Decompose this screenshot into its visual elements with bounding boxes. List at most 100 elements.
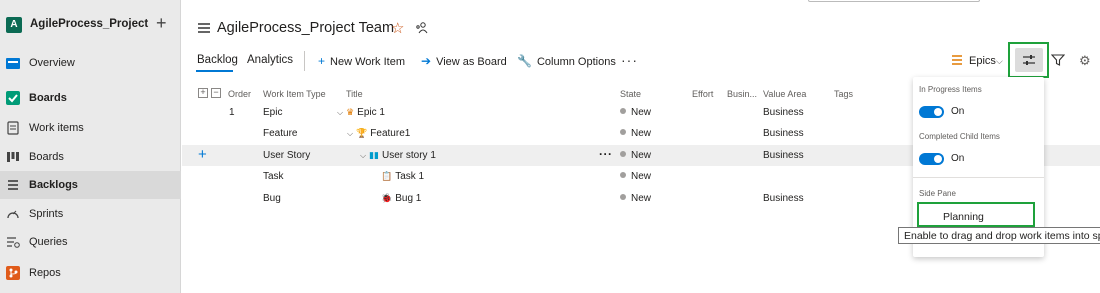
nav-item-boards-sub[interactable]: Boards (0, 143, 181, 171)
type-cell: Feature (263, 128, 298, 139)
title-text[interactable]: Task 1 (395, 171, 424, 182)
completed-child-value: On (951, 153, 965, 164)
in-progress-toggle[interactable] (919, 106, 944, 118)
expand-all-icon[interactable]: + (198, 88, 208, 98)
team-members-icon[interactable] (415, 21, 428, 34)
new-work-item-label: New Work Item (330, 56, 405, 68)
chevron-down-icon[interactable]: ⌵ (360, 151, 366, 160)
project-name[interactable]: AgileProcess_Project (30, 18, 148, 30)
type-cell: Epic (263, 107, 283, 118)
wrench-icon: 🔧 (517, 54, 532, 68)
state-cell: New (620, 128, 651, 139)
state-dot-icon (620, 129, 626, 135)
title-cell[interactable]: 📋 Task 1 (381, 171, 424, 182)
nav-item-overview[interactable]: Overview (0, 49, 181, 77)
column-header-business-value[interactable]: Busin... (727, 89, 757, 99)
order-cell: 1 (229, 107, 235, 118)
chevron-down-icon[interactable]: ⌵ (996, 56, 1003, 67)
backlog-level-icon[interactable] (951, 54, 963, 66)
plus-icon: + (318, 54, 326, 68)
column-header-title[interactable]: Title (346, 89, 363, 99)
toolbar-divider (304, 51, 305, 71)
tab-backlog[interactable]: Backlog (197, 54, 238, 66)
row-context-menu-icon[interactable]: ··· (599, 147, 613, 161)
collapse-all-icon[interactable]: − (211, 88, 221, 98)
nav-item-boards[interactable]: Boards (0, 84, 181, 112)
board-icon (7, 152, 19, 162)
title-text[interactable]: Feature1 (370, 128, 410, 139)
value-area-cell: Business (763, 150, 804, 161)
new-work-item-button[interactable]: + New Work Item (318, 54, 405, 68)
active-tab-indicator (196, 70, 233, 72)
column-header-state[interactable]: State (620, 89, 641, 99)
backlog-level-selector[interactable]: Epics (969, 55, 996, 67)
nav-label: Overview (29, 57, 75, 69)
add-icon[interactable]: + (156, 14, 167, 32)
title-text[interactable]: Bug 1 (395, 193, 421, 204)
nav-item-backlogs[interactable]: Backlogs (0, 171, 181, 199)
value-area-cell: Business (763, 128, 804, 139)
more-actions-icon[interactable]: ··· (621, 52, 638, 68)
project-header[interactable]: A AgileProcess_Project + (0, 10, 181, 40)
sprint-icon (7, 210, 19, 219)
in-progress-value: On (951, 106, 965, 117)
backlog-icon (198, 23, 210, 33)
nav-label: Repos (29, 267, 61, 279)
column-options-label: Column Options (536, 56, 616, 68)
state-dot-icon (620, 172, 626, 178)
title-cell[interactable]: ⌵ 🏆 Feature1 (347, 128, 410, 139)
view-as-board-button[interactable]: ➔ View as Board (421, 54, 507, 68)
title-cell[interactable]: 🐞 Bug 1 (381, 193, 421, 204)
tab-analytics[interactable]: Analytics (247, 54, 293, 66)
title-cell[interactable]: ⌵ ♛ Epic 1 (337, 107, 385, 118)
column-options-button[interactable]: 🔧 Column Options (517, 54, 616, 68)
filter-icon[interactable] (1051, 53, 1065, 67)
value-area-cell: Business (763, 107, 804, 118)
favorite-star-icon[interactable]: ☆ (391, 19, 404, 37)
boards-hub-icon (6, 91, 20, 105)
nav-item-sprints[interactable]: Sprints (0, 200, 181, 228)
nav-item-repos[interactable]: Repos (0, 259, 181, 287)
completed-child-label: Completed Child Items (919, 132, 1000, 141)
chevron-down-icon[interactable]: ⌵ (337, 108, 343, 117)
chevron-down-icon[interactable]: ⌵ (347, 129, 353, 138)
planning-tooltip: Enable to drag and drop work items into … (898, 227, 1100, 244)
task-clipboard-icon: 📋 (381, 171, 393, 181)
column-header-tags[interactable]: Tags (834, 89, 853, 99)
state-dot-icon (620, 151, 626, 157)
nav-label: Sprints (29, 208, 64, 220)
team-title[interactable]: AgileProcess_Project Team (217, 20, 394, 36)
top-search-box[interactable] (808, 0, 980, 2)
state-cell: New (620, 193, 651, 204)
repos-icon (6, 266, 20, 280)
add-child-icon[interactable]: + (198, 146, 207, 163)
state-cell: New (620, 150, 651, 161)
nav-label: Boards (29, 151, 64, 163)
title-text[interactable]: User story 1 (382, 150, 436, 161)
feature-trophy-icon: 🏆 (356, 128, 368, 138)
column-header-order[interactable]: Order (228, 89, 251, 99)
title-cell[interactable]: ⌵ ▮▮ User story 1 (360, 150, 436, 161)
completed-child-toggle[interactable] (919, 153, 944, 165)
gear-icon[interactable]: ⚙ (1079, 53, 1091, 69)
nav-item-work-items[interactable]: Work items (0, 114, 181, 142)
nav-item-queries[interactable]: Queries (0, 228, 181, 256)
title-text[interactable]: Epic 1 (357, 107, 385, 118)
highlight-box-planning (917, 202, 1035, 227)
type-cell: Task (263, 171, 284, 182)
nav-label: Work items (29, 122, 84, 134)
query-icon (7, 237, 20, 248)
nav-label: Queries (29, 236, 68, 248)
state-dot-icon (620, 108, 626, 114)
column-header-type[interactable]: Work Item Type (263, 89, 326, 99)
work-items-icon (7, 121, 19, 135)
backlog-icon (8, 180, 18, 190)
state-text: New (631, 107, 652, 118)
epic-crown-icon: ♛ (346, 107, 355, 117)
user-story-book-icon: ▮▮ (369, 150, 379, 160)
chevron-down-icon[interactable]: ⌵ (371, 22, 379, 33)
state-text: New (631, 150, 652, 161)
state-text: New (631, 193, 652, 204)
column-header-effort[interactable]: Effort (692, 89, 713, 99)
column-header-value-area[interactable]: Value Area (763, 89, 806, 99)
